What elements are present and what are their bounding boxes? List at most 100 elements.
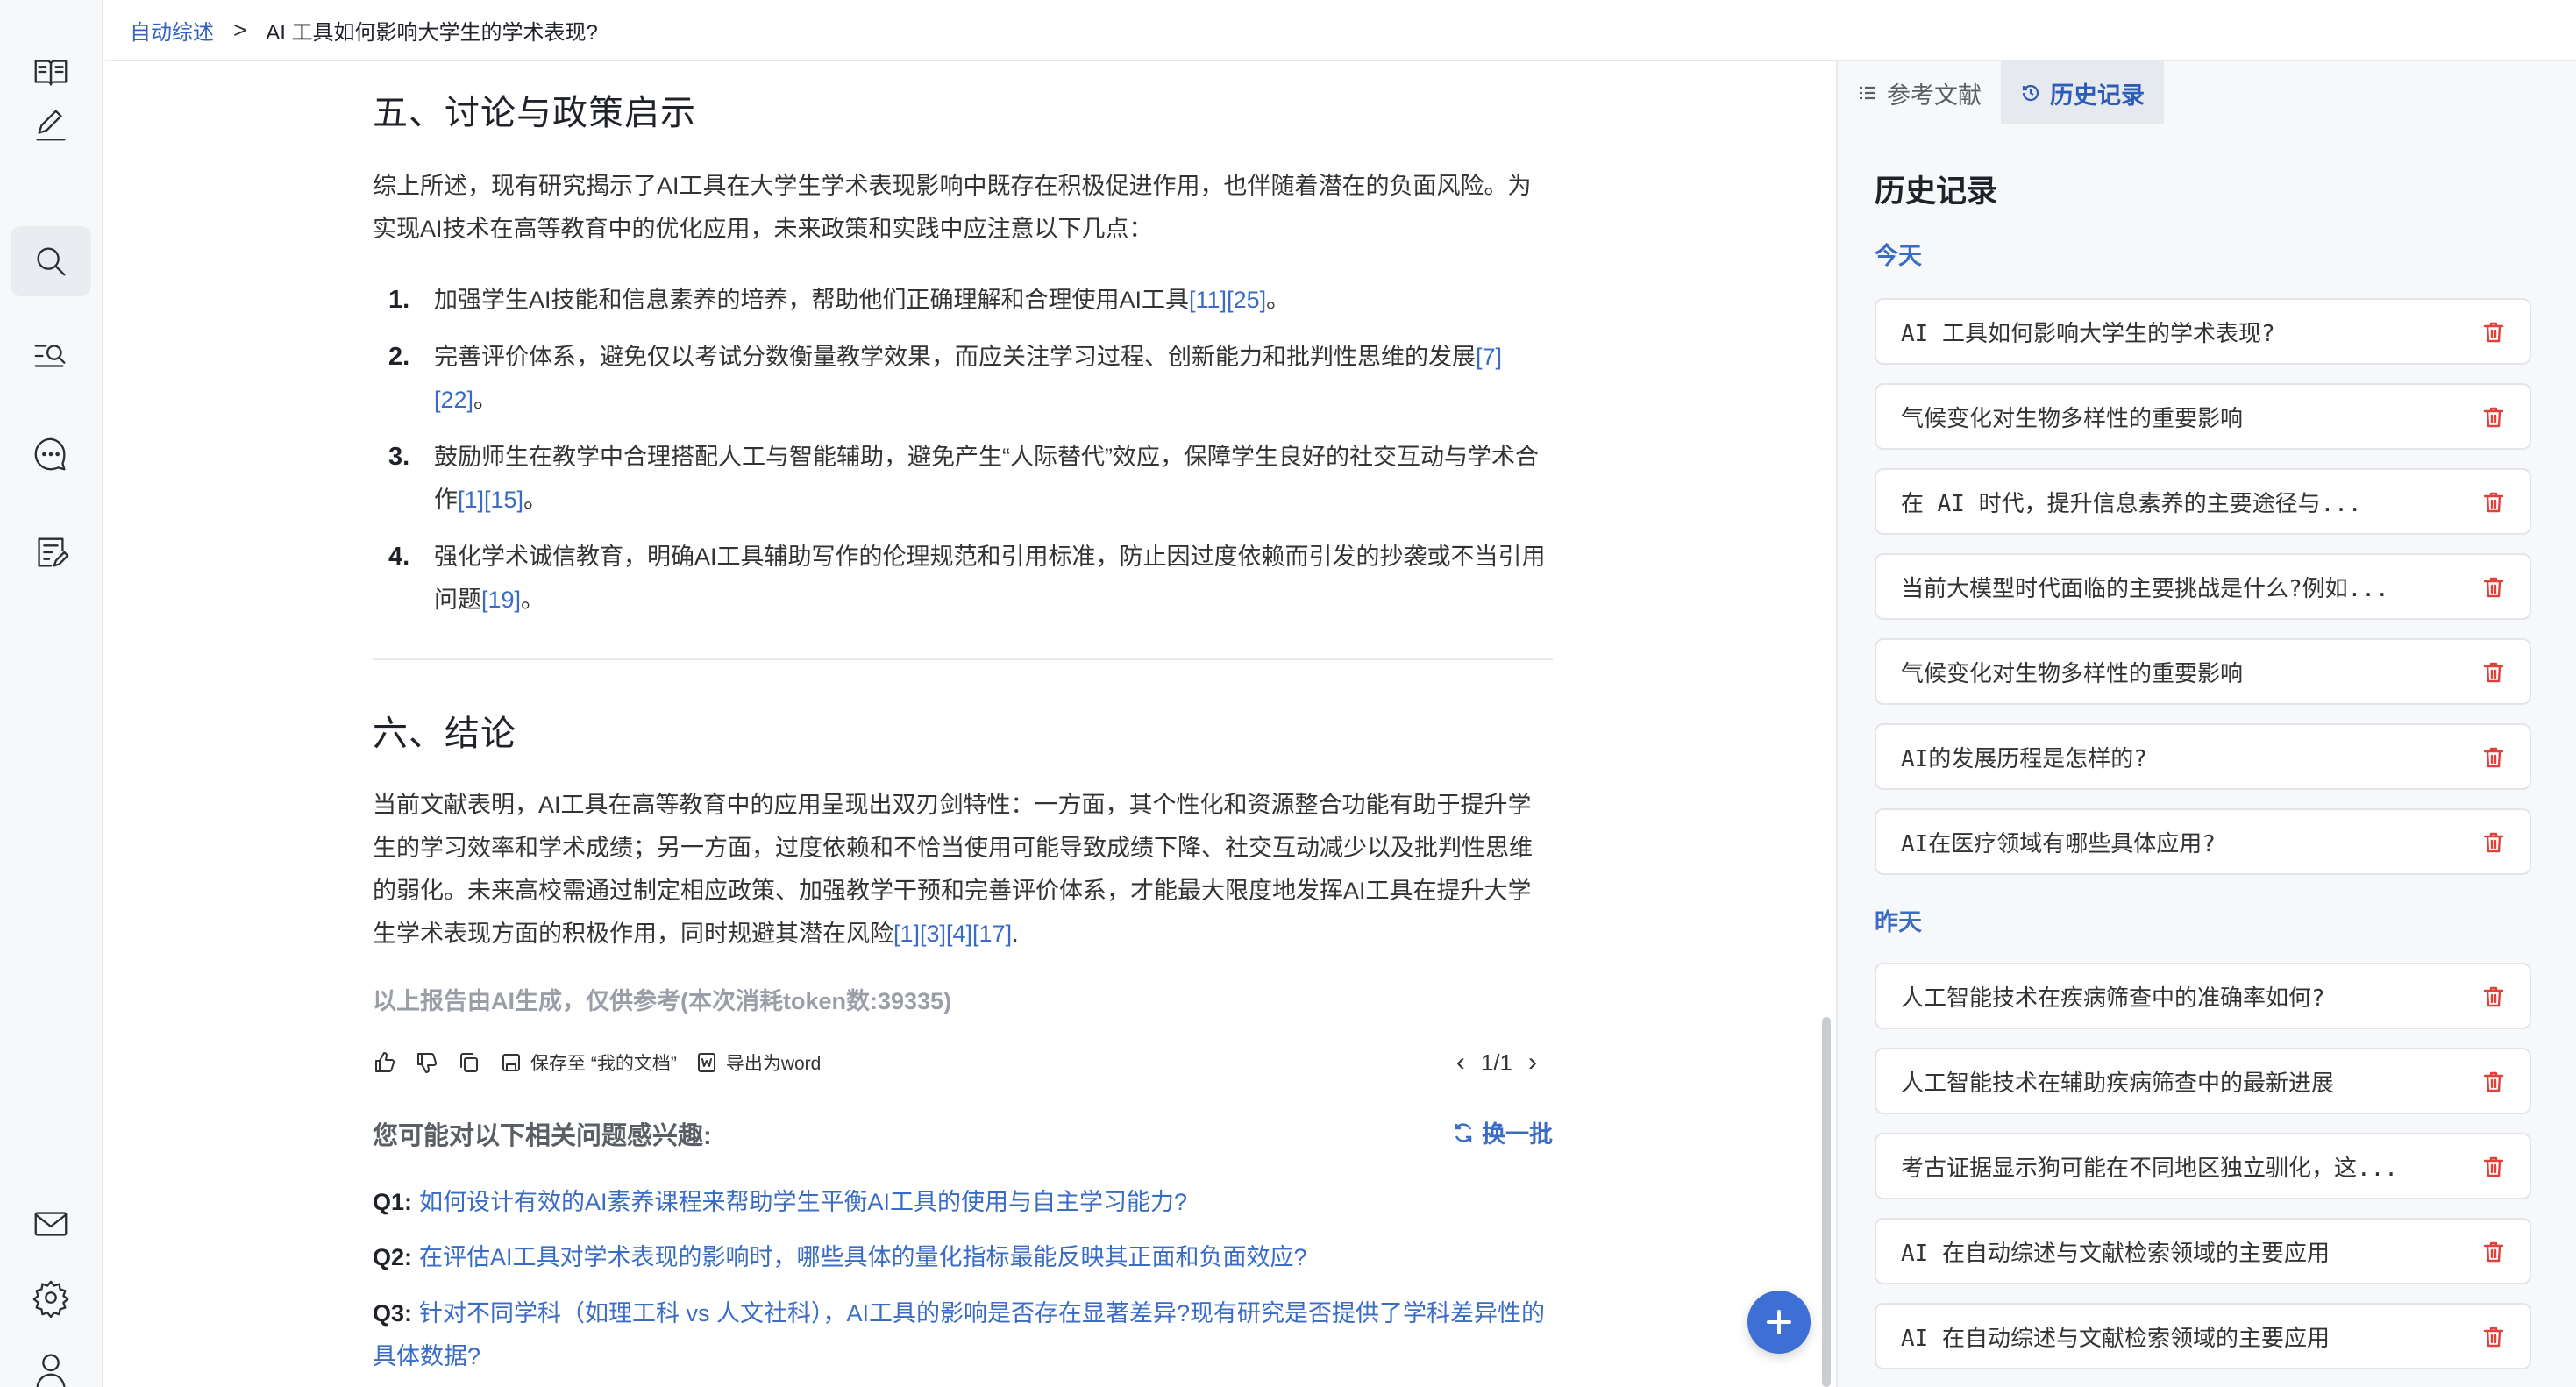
refresh-label: 换一批	[1482, 1121, 1553, 1148]
sidebar-item-settings[interactable]	[11, 1263, 91, 1333]
export-word-button[interactable]: 导出为word	[694, 1049, 822, 1076]
related-title: 您可能对以下相关问题感兴趣:	[373, 1122, 712, 1150]
text-search-icon	[34, 345, 66, 367]
save-label: 保存至 “我的文档”	[530, 1054, 677, 1074]
related-question[interactable]: Q3: 针对不同学科（如理工科 vs 人文社科），AI工具的影响是否存在显著差异?…	[373, 1292, 1553, 1378]
refresh-icon	[1455, 1122, 1472, 1142]
citation-link[interactable]: [1][15]	[458, 487, 523, 513]
list-icon	[1860, 86, 1875, 100]
report-actions: 保存至 “我的文档” 导出为word ‹ 1/1 ›	[373, 1045, 1553, 1080]
mail-icon	[34, 1212, 68, 1236]
app-root: 自动综述 > AI 工具如何影响大学生的学术表现? 五、讨论与政策启示 综上所述…	[0, 0, 2576, 1387]
next-page-button[interactable]: ›	[1528, 1048, 1537, 1078]
history-panel: 参考文献 历史记录 历史记录 今天 AI 工具如何影响大学生的学术表现? 气候变…	[1836, 61, 2576, 1387]
history-item[interactable]: AI在医疗领域有哪些具体应用?	[1875, 808, 2531, 875]
tab-references[interactable]: 参考文献	[1838, 61, 2001, 124]
dislike-button[interactable]	[415, 1050, 439, 1075]
history-icon	[2022, 84, 2039, 102]
history-item[interactable]: 当前大模型时代面临的主要挑战是什么?例如...	[1875, 553, 2531, 620]
trash-icon[interactable]	[2480, 984, 2507, 1010]
export-label: 导出为word	[725, 1054, 822, 1074]
main-content: 五、讨论与政策启示 综上所述，现有研究揭示了AI工具在大学生学术表现影响中既存在…	[105, 61, 1836, 1387]
trash-icon[interactable]	[2480, 489, 2507, 516]
edit-icon	[36, 110, 66, 141]
prev-page-button[interactable]: ‹	[1456, 1048, 1465, 1078]
new-chat-button[interactable]	[1747, 1291, 1811, 1354]
history-item[interactable]: AI的发展历程是怎样的?	[1875, 723, 2531, 790]
sidebar-item-notes[interactable]	[11, 517, 91, 587]
refresh-batch-button[interactable]: 换一批	[1452, 1115, 1553, 1149]
breadcrumb-root-link[interactable]: 自动综述	[130, 15, 214, 46]
sidebar-item-search[interactable]	[11, 226, 91, 296]
policy-list: 1. 加强学生AI技能和信息素养的培养，帮助他们正确理解和合理使用AI工具[11]…	[373, 279, 1553, 636]
section6-text: 当前文献表明，AI工具在高等教育中的应用呈现出双刃剑特性：一方面，其个性化和资源…	[373, 792, 1533, 947]
left-sidebar	[0, 0, 103, 1387]
history-title: 历史记录	[1875, 174, 1998, 209]
history-item[interactable]: 考古证据显示狗可能在不同地区独立驯化，这...	[1875, 1133, 2531, 1199]
sidebar-item-write[interactable]	[11, 89, 91, 160]
thumbs-down-icon	[417, 1053, 438, 1073]
trash-icon[interactable]	[2480, 1324, 2507, 1350]
breadcrumb: 自动综述 > AI 工具如何影响大学生的学术表现?	[105, 0, 2576, 61]
tab-references-label: 参考文献	[1887, 82, 1982, 109]
sidebar-item-user[interactable]	[11, 1334, 91, 1387]
tab-history-label: 历史记录	[2050, 82, 2145, 109]
list-item: 3. 鼓励师生在教学中合理搭配人工与智能辅助，避免产生“人际替代”效应，保障学生良…	[388, 443, 1539, 513]
chat-icon	[34, 437, 66, 471]
plus-icon	[1767, 1310, 1791, 1334]
trash-icon[interactable]	[2480, 829, 2507, 856]
thumbs-up-icon	[375, 1052, 395, 1072]
history-item[interactable]: AI 在自动综述与文献检索领域的主要应用	[1875, 1218, 2531, 1284]
trash-icon[interactable]	[2480, 1069, 2507, 1095]
sidebar-item-text-search[interactable]	[11, 321, 91, 391]
related-question[interactable]: Q2: 在评估AI工具对学术表现的影响时，哪些具体的量化指标最能反映其正面和负面效…	[373, 1236, 1553, 1279]
trash-icon[interactable]	[2480, 744, 2507, 771]
related-header: 您可能对以下相关问题感兴趣: 换一批	[373, 1115, 1553, 1154]
answer-pager: ‹ 1/1 ›	[1441, 1048, 1553, 1078]
chevron-right-icon: >	[233, 16, 247, 43]
page-indicator: 1/1	[1480, 1049, 1512, 1076]
section-divider	[373, 658, 1553, 660]
tab-history[interactable]: 历史记录	[2001, 61, 2164, 124]
like-button[interactable]	[373, 1050, 397, 1075]
history-item[interactable]: 气候变化对生物多样性的重要影响	[1875, 383, 2531, 450]
list-item: 1. 加强学生AI技能和信息素养的培养，帮助他们正确理解和合理使用AI工具[11]…	[388, 286, 1291, 314]
trash-icon[interactable]	[2480, 574, 2507, 601]
citation-link[interactable]: [11][25]	[1189, 287, 1266, 313]
note-edit-icon	[38, 537, 69, 567]
section6-title: 六、结论	[373, 715, 516, 753]
history-item[interactable]: 气候变化对生物多样性的重要影响	[1875, 638, 2531, 705]
copy-icon	[460, 1053, 478, 1072]
save-icon	[502, 1054, 520, 1071]
citation-link[interactable]: [1][3][4][17]	[893, 921, 1012, 947]
list-item: 4. 强化学术诚信教育，明确AI工具辅助写作的伦理规范和引用标准，防止因过度依赖而…	[388, 543, 1546, 613]
search-icon	[37, 247, 66, 276]
trash-icon[interactable]	[2480, 319, 2507, 345]
history-item[interactable]: 人工智能技术在疾病筛查中的准确率如何?	[1875, 963, 2531, 1029]
section5-intro: 综上所述，现有研究揭示了AI工具在大学生学术表现影响中既存在积极促进作用，也伴随…	[373, 173, 1532, 242]
citation-link[interactable]: [19]	[481, 587, 521, 613]
trash-icon[interactable]	[2480, 1239, 2507, 1265]
book-icon	[34, 60, 68, 86]
ai-disclaimer: 以上报告由AI生成，仅供参考(本次消耗token数:39335)	[373, 988, 952, 1014]
settings-icon	[32, 1280, 69, 1318]
history-item[interactable]: 人工智能技术在辅助疾病筛查中的最新进展	[1875, 1048, 2531, 1114]
main-scrollbar[interactable]	[1822, 1017, 1831, 1387]
user-icon	[36, 1354, 66, 1387]
sidebar-item-mail[interactable]	[11, 1189, 91, 1259]
sidebar-item-chat[interactable]	[11, 419, 91, 489]
history-item[interactable]: AI 在自动综述与文献检索领域的主要应用	[1875, 1303, 2531, 1369]
list-item: 2. 完善评价体系，避免仅以考试分数衡量教学效果，而应关注学习过程、创新能力和批判…	[388, 343, 1503, 413]
trash-icon[interactable]	[2480, 404, 2507, 430]
related-question[interactable]: Q1: 如何设计有效的AI素养课程来帮助学生平衡AI工具的使用与自主学习能力?	[373, 1181, 1553, 1224]
history-group-today: 今天	[1875, 243, 1922, 269]
history-group-yesterday: 昨天	[1875, 909, 1922, 935]
history-item[interactable]: 在 AI 时代，提升信息素养的主要途径与...	[1875, 468, 2531, 535]
history-item[interactable]: AI 工具如何影响大学生的学术表现?	[1875, 298, 2531, 365]
copy-button[interactable]	[457, 1050, 481, 1075]
breadcrumb-current: AI 工具如何影响大学生的学术表现?	[266, 20, 598, 45]
trash-icon[interactable]	[2480, 1154, 2507, 1180]
section5-title: 五、讨论与政策启示	[373, 94, 696, 132]
save-to-my-docs-button[interactable]: 保存至 “我的文档”	[499, 1049, 677, 1076]
trash-icon[interactable]	[2480, 659, 2507, 686]
